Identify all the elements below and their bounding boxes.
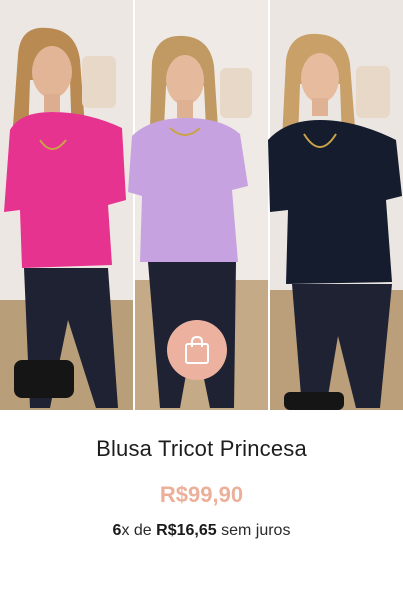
product-card[interactable]: Blusa Tricot Princesa R$99,90 6x de R$16… — [0, 0, 403, 598]
add-to-cart-button[interactable] — [167, 320, 227, 380]
installment-info: 6x de R$16,65 sem juros — [0, 522, 403, 540]
product-image[interactable] — [0, 0, 403, 410]
installment-times: x de — [121, 522, 157, 539]
product-title[interactable]: Blusa Tricot Princesa — [0, 436, 403, 462]
installment-suffix: sem juros — [216, 522, 291, 539]
product-price: R$99,90 — [159, 482, 244, 507]
installment-value: R$16,65 — [156, 522, 217, 539]
shopping-bag-icon — [183, 335, 211, 365]
